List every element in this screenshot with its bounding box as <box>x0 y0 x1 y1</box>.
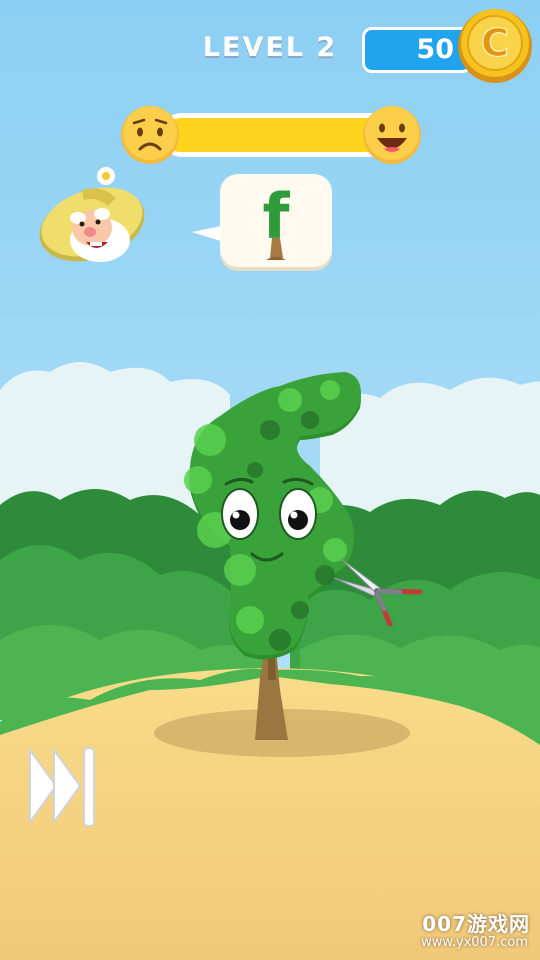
game-scene: LEVEL 2 50 C f 007游戏网 www.yx007.com <box>0 0 540 960</box>
satisfaction-progress-bar <box>160 113 392 157</box>
shears-icon[interactable] <box>330 552 425 632</box>
coin-letter: C <box>481 21 509 65</box>
letter-shaped-tree[interactable] <box>160 360 380 740</box>
farmer-avatar-icon <box>30 160 150 275</box>
hint-speech-bubble: f <box>190 172 335 274</box>
fast-forward-icon <box>29 747 95 827</box>
sad-face-icon <box>120 105 180 165</box>
watermark-url: www.yx007.com <box>421 935 528 950</box>
coin-c-icon: C <box>456 7 534 85</box>
coin-count: 50 <box>416 34 454 65</box>
level-title: LEVEL 2 <box>202 32 338 63</box>
happy-face-icon <box>362 105 422 165</box>
fast-forward-button[interactable] <box>26 744 102 828</box>
watermark-brand: 007游戏网 <box>422 912 530 936</box>
